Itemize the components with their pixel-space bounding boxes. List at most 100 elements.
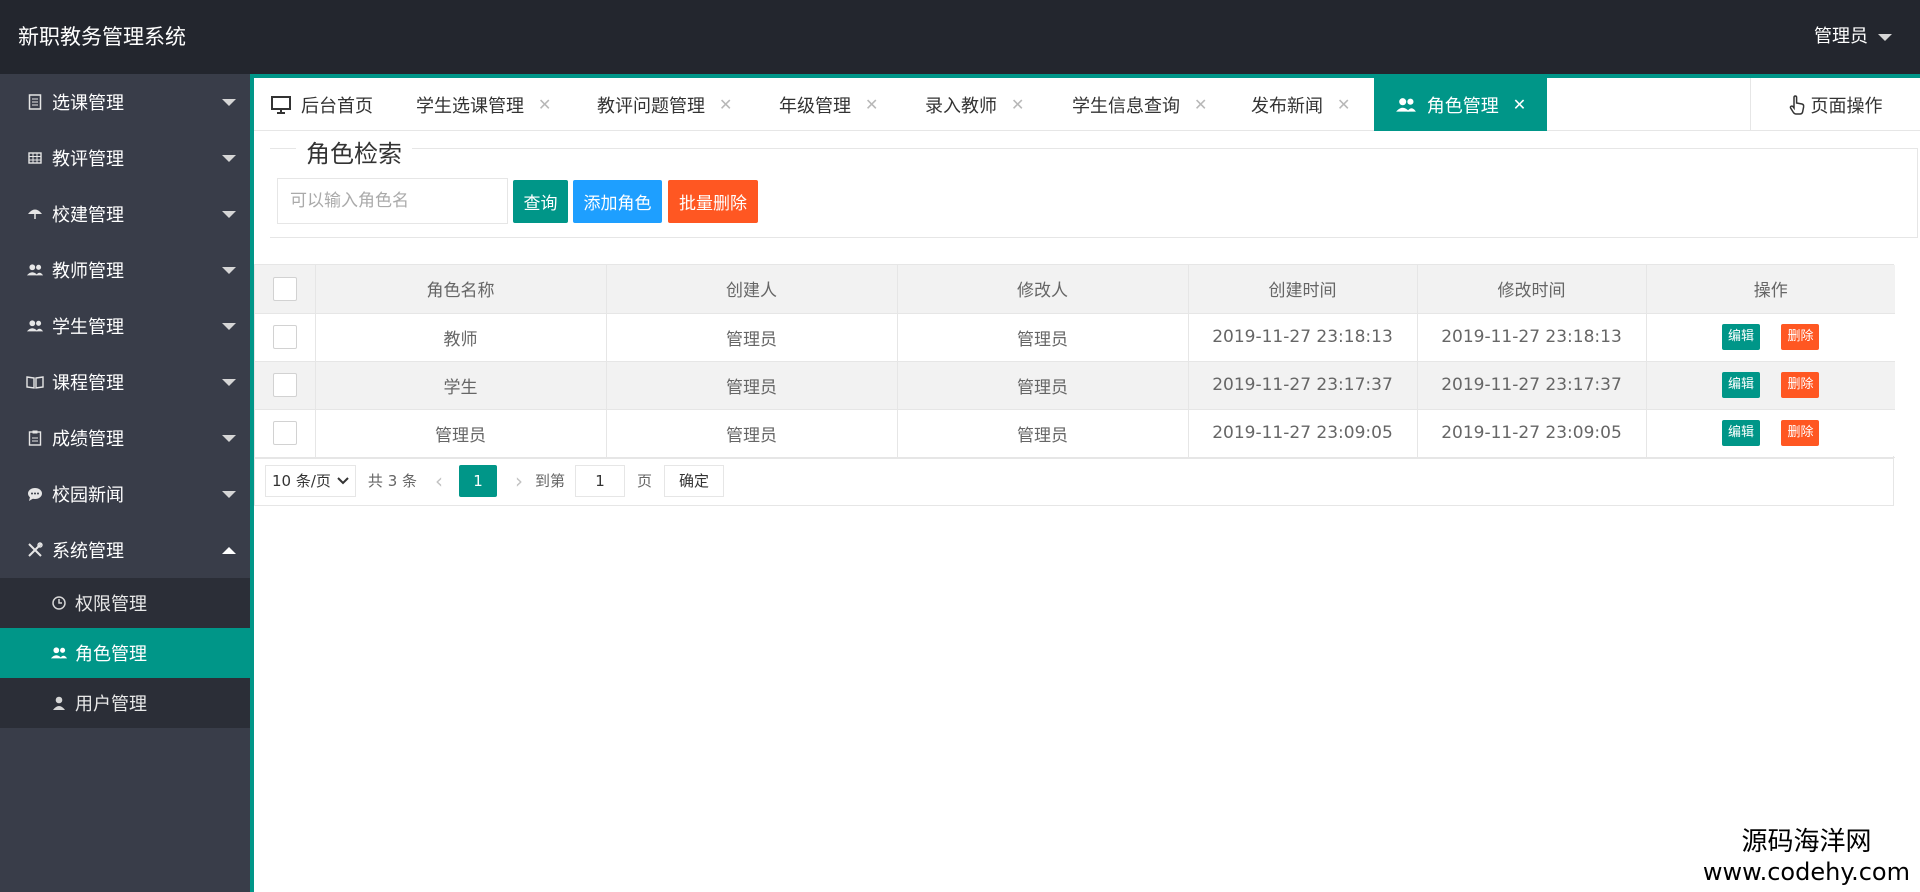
user-name: 管理员: [1814, 26, 1868, 47]
sidebar-item-label: 教评管理: [52, 149, 124, 170]
top-header: 新职教务管理系统 管理员: [0, 0, 1920, 74]
edit-button[interactable]: 编辑: [1722, 420, 1761, 446]
goto-page-input[interactable]: 1: [575, 464, 626, 497]
column-header[interactable]: 修改时间: [1417, 265, 1647, 314]
batch-delete-button[interactable]: 批量删除: [668, 180, 758, 223]
tab-label: 发布新闻: [1251, 95, 1323, 117]
select-all-checkbox[interactable]: [272, 276, 297, 301]
sidebar-subitem-users[interactable]: 用户管理: [0, 678, 250, 728]
modifier-cell: 管理员: [897, 409, 1189, 458]
sidebar-subitem-label: 角色管理: [75, 644, 147, 665]
sidebar-item-label: 选课管理: [52, 93, 124, 114]
document-icon: [26, 93, 44, 111]
tab-label: 年级管理: [779, 95, 851, 117]
user-menu[interactable]: 管理员: [1814, 0, 1892, 74]
sidebar-item-label: 课程管理: [52, 373, 124, 394]
close-icon[interactable]: ✕: [1337, 95, 1350, 114]
delete-button[interactable]: 删除: [1781, 420, 1820, 446]
prev-page-icon[interactable]: ‹: [435, 469, 443, 493]
per-page-select[interactable]: 10 条/页: [265, 464, 356, 497]
column-header[interactable]: 角色名称: [315, 265, 607, 314]
sidebar-item-label: 教师管理: [52, 261, 124, 282]
actions-cell: 编辑 删除: [1646, 313, 1895, 362]
role-name-cell: 学生: [315, 361, 607, 410]
chevron-down-icon: [222, 99, 236, 106]
sidebar-item-student-management[interactable]: 学生管理: [0, 298, 250, 354]
users-icon: [1395, 97, 1417, 113]
tab-student-info-query[interactable]: 学生信息查询 ✕: [1072, 78, 1207, 131]
role-name-search-input[interactable]: [277, 178, 508, 224]
chevron-up-icon: [222, 547, 236, 554]
sidebar-item-teaching-evaluation[interactable]: 教评管理: [0, 130, 250, 186]
tab-home[interactable]: 后台首页: [271, 78, 373, 131]
sidebar-item-teacher-management[interactable]: 教师管理: [0, 242, 250, 298]
add-role-button[interactable]: 添加角色: [573, 180, 662, 223]
tab-grade-level[interactable]: 年级管理 ✕: [779, 78, 878, 131]
role-name-cell: 管理员: [315, 409, 607, 458]
users-icon: [26, 317, 44, 335]
column-header[interactable]: 修改人: [897, 265, 1189, 314]
column-header[interactable]: 创建时间: [1188, 265, 1418, 314]
close-icon[interactable]: ✕: [719, 95, 732, 114]
modified-time-cell: 2019-11-27 23:17:37: [1417, 361, 1647, 410]
creator-cell: 管理员: [606, 361, 898, 410]
sidebar-item-system-management[interactable]: 系统管理: [0, 522, 250, 578]
chat-icon: [26, 485, 44, 503]
sidebar-item-grade-management[interactable]: 成绩管理: [0, 410, 250, 466]
chevron-down-icon: [222, 211, 236, 218]
grid-icon: [26, 149, 44, 167]
current-page-button[interactable]: 1: [459, 464, 498, 497]
tab-student-course-selection[interactable]: 学生选课管理 ✕: [416, 78, 551, 131]
sidebar-item-label: 学生管理: [52, 317, 124, 338]
tab-bar: 后台首页 学生选课管理 ✕ 教评问题管理 ✕ 年级管理 ✕ 录入教师 ✕ 学生信…: [254, 78, 1920, 131]
tab-role-management[interactable]: 角色管理 ✕: [1374, 78, 1547, 131]
tab-evaluation-questions[interactable]: 教评问题管理 ✕: [597, 78, 732, 131]
edit-button[interactable]: 编辑: [1722, 324, 1761, 350]
modified-time-cell: 2019-11-27 23:09:05: [1417, 409, 1647, 458]
row-checkbox[interactable]: [272, 373, 297, 397]
goto-confirm-button[interactable]: 确定: [664, 464, 725, 497]
sidebar-item-course-management[interactable]: 课程管理: [0, 354, 250, 410]
created-time-cell: 2019-11-27 23:17:37: [1188, 361, 1418, 410]
creator-cell: 管理员: [606, 409, 898, 458]
tab-label: 角色管理: [1426, 95, 1499, 117]
close-icon[interactable]: ✕: [1011, 95, 1024, 114]
delete-button[interactable]: 删除: [1781, 324, 1820, 350]
sidebar-subitem-roles[interactable]: 角色管理: [0, 628, 250, 678]
tools-icon: [26, 541, 44, 559]
sidebar-item-label: 成绩管理: [52, 429, 124, 450]
modifier-cell: 管理员: [897, 361, 1189, 410]
pagination: 10 条/页 共 3 条 ‹ 1 › 到第 1 页 确定: [254, 456, 1894, 506]
delete-button[interactable]: 删除: [1781, 372, 1820, 398]
column-header[interactable]: 创建人: [606, 265, 898, 314]
created-time-cell: 2019-11-27 23:09:05: [1188, 409, 1418, 458]
sidebar-item-course-selection[interactable]: 选课管理: [0, 74, 250, 130]
close-icon[interactable]: ✕: [1194, 95, 1207, 114]
sidebar-item-campus-news[interactable]: 校园新闻: [0, 466, 250, 522]
row-checkbox[interactable]: [272, 421, 297, 445]
tab-enter-teacher[interactable]: 录入教师 ✕: [925, 78, 1024, 131]
watermark-line-2: www.codehy.com: [1702, 858, 1910, 886]
close-icon[interactable]: ✕: [538, 95, 551, 114]
edit-button[interactable]: 编辑: [1722, 372, 1761, 398]
close-icon[interactable]: ✕: [865, 95, 878, 114]
watermark-line-1: 源码海洋网: [1741, 827, 1872, 857]
roles-table: 角色名称 创建人 修改人 创建时间 修改时间 操作 教师 管理员 管理员 201…: [254, 264, 1895, 459]
tab-publish-news[interactable]: 发布新闻 ✕: [1251, 78, 1350, 131]
chevron-down-icon: [222, 323, 236, 330]
page-operations-button[interactable]: 页面操作: [1750, 78, 1920, 131]
users-icon: [50, 644, 68, 662]
sidebar-subitem-permissions[interactable]: 权限管理: [0, 578, 250, 628]
next-page-icon[interactable]: ›: [515, 469, 523, 493]
chevron-down-icon: [337, 476, 349, 484]
row-checkbox[interactable]: [272, 325, 297, 349]
query-button[interactable]: 查询: [513, 180, 568, 223]
total-count: 共 3 条: [367, 472, 418, 490]
chevron-down-icon: [1878, 33, 1892, 41]
sidebar-item-label: 校建管理: [52, 205, 124, 226]
sidebar-item-campus-construction[interactable]: 校建管理: [0, 186, 250, 242]
per-page-value: 10 条/页: [272, 472, 331, 490]
close-icon[interactable]: ✕: [1513, 95, 1526, 114]
created-time-cell: 2019-11-27 23:18:13: [1188, 313, 1418, 362]
tab-label: 教评问题管理: [597, 95, 705, 117]
